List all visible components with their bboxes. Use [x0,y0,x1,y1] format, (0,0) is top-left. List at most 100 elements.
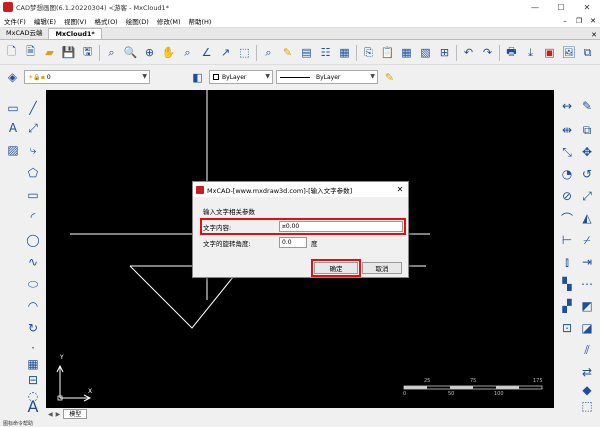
table-icon[interactable]: ▦ [398,44,415,61]
polygon-icon[interactable]: ⬠ [24,164,42,182]
extend-icon[interactable]: ⇥ [578,253,596,271]
tab-mxcad-cloud[interactable]: MxCAD云端 [0,28,48,39]
dialog-close-icon[interactable]: ✕ [392,185,408,194]
dim-continue-icon[interactable]: ▚ [558,275,576,293]
export-icon[interactable]: ⤓ [522,44,539,61]
menu-modify[interactable]: 修改(M) [153,16,185,26]
copy-object-icon[interactable]: ⧉ [578,121,596,139]
dim-angular-icon[interactable]: ⤡ [558,143,576,161]
rotation-angle-input[interactable]: 0.0 [279,237,307,248]
pan-hand-icon[interactable]: ✋ [160,44,177,61]
dim-arc-icon[interactable]: ⌒ [558,209,576,227]
rotate-icon[interactable]: ↻ [24,319,42,337]
image-icon[interactable]: ▧ [417,44,434,61]
tolerance-icon[interactable]: ▞ [558,297,576,315]
zoom-realtime-icon[interactable]: ⊕ [141,44,158,61]
pencil-icon[interactable]: ✎ [279,44,296,61]
mdi-minimize-button[interactable]: – [558,17,572,25]
move-icon[interactable]: ✥ [578,143,596,161]
erase-icon[interactable]: ✎ [578,97,596,115]
rectangle-icon[interactable]: ▭ [24,186,42,204]
select-icon[interactable]: ⬚ [236,44,253,61]
ellipse-arc-icon[interactable]: ◠ [24,297,42,315]
zoom-extents-icon[interactable]: 🔍 [122,44,139,61]
image-export-icon[interactable]: 🖼 [560,44,577,61]
menu-file[interactable]: 文件(F) [0,16,30,26]
linetype-select[interactable]: ByLayer ▼ [276,70,378,84]
mtext-icon[interactable]: A [4,119,22,137]
rotate-object-icon[interactable]: ↺ [578,165,596,183]
zoom-previous-icon[interactable]: ⌕ [260,44,277,61]
stretch-icon[interactable]: ◭ [578,209,596,227]
tab-mxcloud1[interactable]: MxCloud1* [48,28,102,39]
dim-ordinate-icon[interactable]: ⊢ [558,231,576,249]
line-icon[interactable]: ╱ [24,99,42,117]
menu-view[interactable]: 视图(V) [60,16,91,26]
pdf-icon[interactable]: ▣ [541,44,558,61]
circle-icon[interactable]: ◯ [24,231,42,249]
new-file-icon[interactable]: 🗋 [3,44,20,61]
minimize-button[interactable]: — [522,0,548,14]
measure-icon[interactable]: ⧉ [579,44,596,61]
close-window-button[interactable]: ✕ [574,0,600,14]
new-template-icon[interactable]: 🗎 [22,44,39,61]
spline-icon[interactable]: ∿ [24,253,42,271]
set-current-layer-icon[interactable]: ◧ [189,69,206,86]
undo-icon[interactable]: ↶ [460,44,477,61]
tab-prev-arrow-icon[interactable]: ◀ [48,411,53,418]
dimension-icon[interactable]: ↗ [217,44,234,61]
arc-icon[interactable]: ◜ [24,208,42,226]
color-select[interactable]: ByLayer ▼ [209,70,273,84]
break-icon[interactable]: ⋯ [578,275,596,293]
insert-icon[interactable]: ⊞ [436,44,453,61]
trim-icon[interactable]: ⌿ [578,231,596,249]
match-properties-icon[interactable]: ✎ [381,69,398,86]
ray-icon[interactable]: ⤢ [24,119,42,137]
offset-icon[interactable]: ⫽ [578,341,596,359]
dim-radius-icon[interactable]: ◔ [558,165,576,183]
save-as-icon[interactable]: 🖫 [79,44,96,61]
dim-diameter-icon[interactable]: ⊘ [558,187,576,205]
copy-clip-icon[interactable]: ⎘ [360,44,377,61]
ellipse-icon[interactable]: ⬭ [24,275,42,293]
save-icon[interactable]: 💾 [60,44,77,61]
menu-format[interactable]: 格式(O) [91,16,122,26]
ruler-icon[interactable]: ▭ [4,99,22,117]
paste-icon[interactable]: 📋 [379,44,396,61]
array-icon[interactable]: ⬚ [578,397,596,415]
dim-aligned-icon[interactable]: ⇹ [558,121,576,139]
model-tab[interactable]: 模型 [63,409,88,419]
mdi-close-button[interactable]: ✕ [586,17,600,25]
angle-icon[interactable]: ∠ [198,44,215,61]
maximize-button[interactable]: ☐ [548,0,574,14]
redo-icon[interactable]: ↷ [479,44,496,61]
cancel-button[interactable]: 取消 [362,262,402,274]
menu-help[interactable]: 帮助(H) [185,16,216,26]
text-icon[interactable]: A [24,397,42,416]
menu-edit[interactable]: 编辑(E) [30,16,60,26]
zoom-window-icon[interactable]: ⌕ [103,44,120,61]
menu-draw[interactable]: 绘图(D) [122,16,153,26]
dim-linear-icon[interactable]: ↔ [558,97,576,115]
layer-manager-icon[interactable]: ◈ [4,69,21,86]
scale-icon[interactable]: ⤢ [578,187,596,205]
mirror-icon[interactable]: ⇄ [578,363,596,381]
properties-icon[interactable]: ▤ [298,44,315,61]
dialog-title: MxCAD-[www.mxdraw3d.com]-[输入文字参数] [207,186,353,195]
dim-baseline-icon[interactable]: ⫾ [558,253,576,271]
layer-select[interactable]: ☀🔒▪ 0 ▼ [24,70,150,84]
center-mark-icon[interactable]: ⊡ [558,319,576,337]
zoom-in-icon[interactable]: ⌕ [179,44,196,61]
polyline-icon[interactable]: ⤷ [24,141,42,159]
hatch-icon[interactable]: ▨ [4,141,22,159]
block-icon[interactable]: ▦ [336,44,353,61]
mdi-restore-button[interactable]: ❐ [572,17,586,25]
tab-next-arrow-icon[interactable]: ▶ [56,411,61,418]
print-icon[interactable]: 🖶 [503,44,520,61]
highlight-text-content [200,218,406,235]
close-tab-icon[interactable]: ✕ [588,31,600,39]
layer-list-icon[interactable]: ☷ [317,44,334,61]
chamfer-icon[interactable]: ◩ [578,297,596,315]
fillet-icon[interactable]: ◪ [578,319,596,337]
open-folder-icon[interactable]: ▰ [41,44,58,61]
